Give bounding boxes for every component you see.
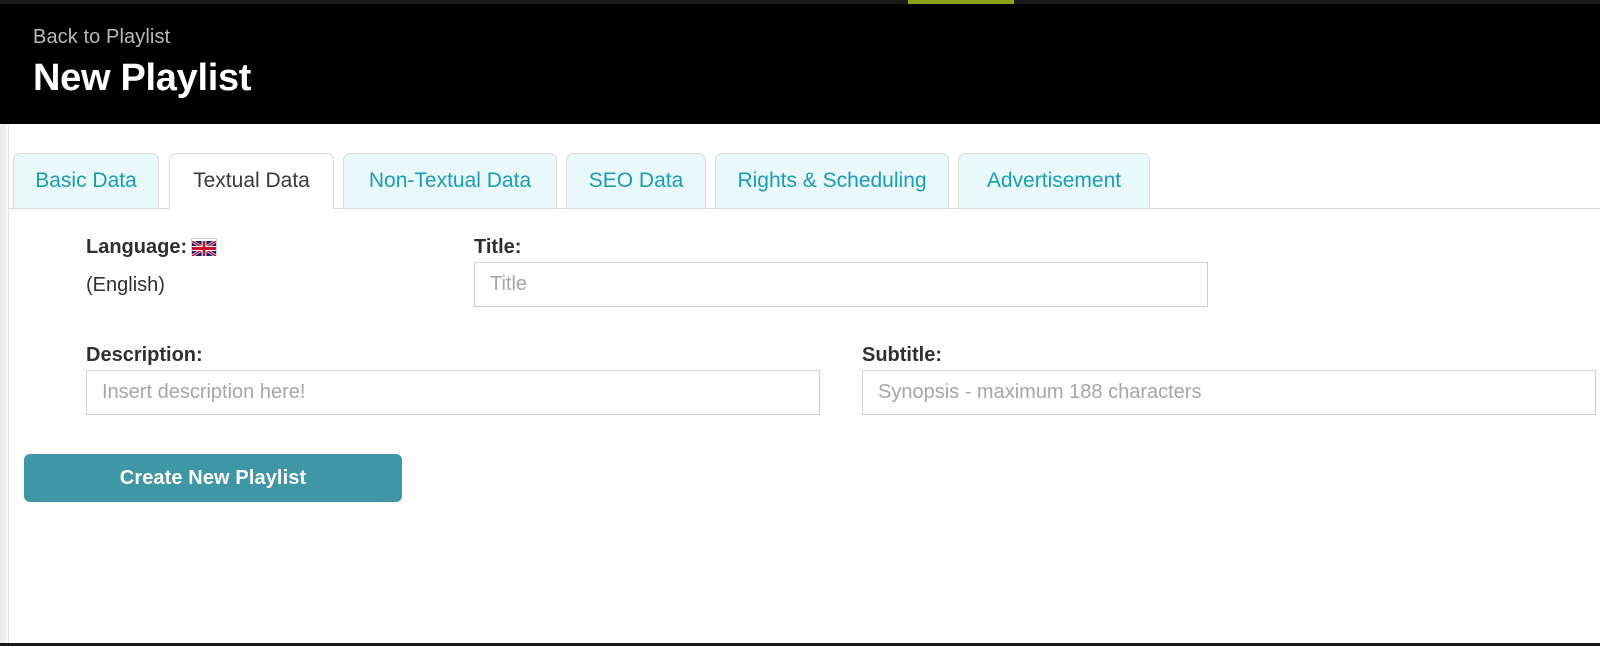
language-label: Language: bbox=[86, 236, 218, 259]
tab-label: Basic Data bbox=[35, 169, 137, 192]
title-input[interactable] bbox=[474, 262, 1208, 307]
back-to-playlist-link[interactable]: Back to Playlist bbox=[33, 24, 1600, 50]
page-header: Back to Playlist New Playlist bbox=[0, 0, 1600, 124]
subtitle-label: Subtitle: bbox=[862, 344, 942, 366]
tab-advertisement[interactable]: Advertisement bbox=[958, 153, 1150, 209]
tab-non-textual-data[interactable]: Non-Textual Data bbox=[343, 153, 557, 209]
subtitle-input[interactable] bbox=[862, 370, 1596, 415]
tab-basic-data[interactable]: Basic Data bbox=[13, 153, 159, 209]
page-title: New Playlist bbox=[33, 57, 252, 99]
title-label: Title: bbox=[474, 236, 522, 258]
tab-label: Rights & Scheduling bbox=[737, 169, 927, 192]
left-edge-strip bbox=[0, 124, 9, 643]
tab-label: Textual Data bbox=[193, 169, 310, 192]
app-window: Back to Playlist New Playlist Basic Data… bbox=[0, 0, 1600, 646]
tab-bar: Basic Data Textual Data Non-Textual Data… bbox=[9, 153, 1600, 209]
tab-label: Advertisement bbox=[986, 169, 1122, 192]
language-label-text: Language: bbox=[86, 236, 188, 258]
tab-rights-scheduling[interactable]: Rights & Scheduling bbox=[715, 153, 949, 209]
description-input[interactable] bbox=[86, 370, 820, 415]
tab-textual-data[interactable]: Textual Data bbox=[169, 153, 334, 209]
uk-flag-icon bbox=[191, 238, 218, 258]
create-new-playlist-button[interactable]: Create New Playlist bbox=[24, 454, 402, 502]
content-area: Basic Data Textual Data Non-Textual Data… bbox=[0, 124, 1600, 643]
language-value: (English) bbox=[86, 274, 165, 296]
description-label: Description: bbox=[86, 344, 203, 366]
top-progress-bar bbox=[0, 0, 1600, 4]
tab-label: Non-Textual Data bbox=[368, 169, 532, 192]
uk-flag-svg bbox=[191, 239, 217, 258]
top-progress-fill bbox=[908, 0, 1014, 4]
tab-seo-data[interactable]: SEO Data bbox=[566, 153, 706, 209]
tab-label: SEO Data bbox=[588, 169, 684, 192]
textual-data-panel: Language: (English) Title: Description: bbox=[10, 209, 1600, 643]
